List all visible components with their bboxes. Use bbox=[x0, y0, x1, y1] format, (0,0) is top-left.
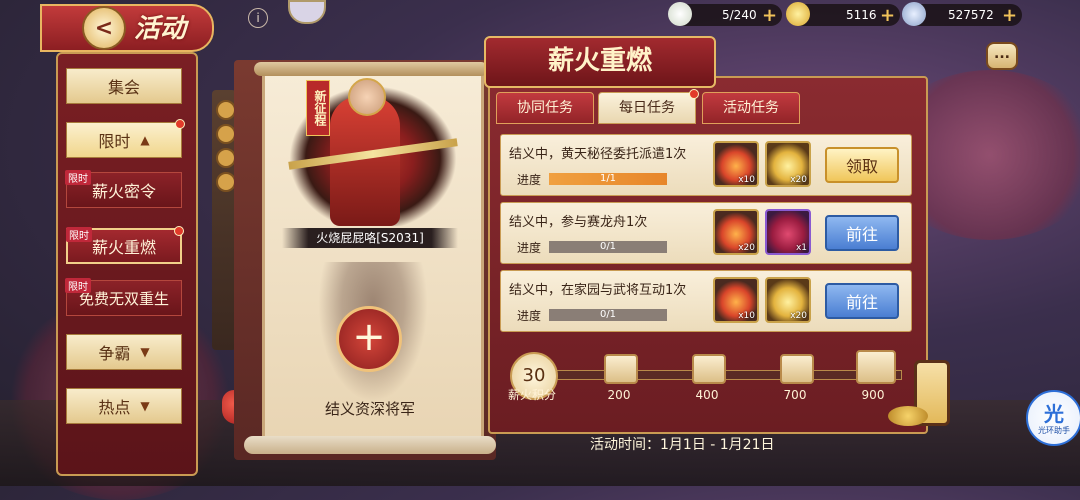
tab-cooperative-tasks[interactable]: 协同任务 bbox=[496, 92, 594, 124]
reward-gift-box-icon[interactable]: x1 bbox=[765, 209, 811, 255]
sidebar-item-gathering[interactable]: 集会 bbox=[66, 68, 182, 104]
reward-gold-ingot-icon[interactable]: x20 bbox=[765, 277, 811, 323]
sidebar-item-hot[interactable]: 热点 ▼ bbox=[66, 388, 182, 424]
hero-name: 火烧屁屁咯[S2031] bbox=[282, 228, 458, 248]
stamina-bun-icon bbox=[668, 2, 692, 26]
silver-coin-icon bbox=[902, 2, 926, 26]
assistant-label: 光环助手 bbox=[1038, 426, 1070, 435]
task-description: 结义中，参与赛龙舟1次 bbox=[509, 215, 648, 230]
reward-fire-icon[interactable]: x10 bbox=[713, 277, 759, 323]
milestone-big-chest-icon[interactable] bbox=[856, 350, 896, 384]
progress-text: 1/1 bbox=[599, 173, 617, 184]
event-date-range: 活动时间：1月1日 - 1月21日 bbox=[590, 437, 775, 453]
limited-tag: 限时 bbox=[65, 170, 91, 185]
info-icon[interactable]: i bbox=[248, 8, 268, 28]
add-stamina-button[interactable]: + bbox=[762, 5, 777, 26]
event-title: 薪火重燃 bbox=[484, 36, 716, 88]
points-label: 薪火积分 bbox=[507, 388, 556, 402]
hero-head bbox=[348, 78, 386, 116]
task-description: 结义中，在家园与武将互动1次 bbox=[509, 283, 687, 298]
resource-value: 5116 bbox=[846, 8, 877, 22]
notification-dot bbox=[689, 89, 699, 99]
progress-label: 进度 bbox=[517, 173, 542, 187]
go-button[interactable]: 前往 bbox=[825, 215, 899, 251]
scroll-bottom-roll bbox=[244, 436, 496, 454]
coins-pile-icon bbox=[888, 406, 928, 426]
page-title: 活动 bbox=[134, 14, 187, 44]
sidebar-item-limited[interactable]: 限时 ▲ bbox=[66, 119, 185, 158]
back-button[interactable]: < bbox=[82, 6, 126, 50]
progress-bar: 1/1 bbox=[549, 173, 667, 185]
task-row: 结义中，在家园与武将互动1次 进度 0/1 x10 x20 前往 bbox=[500, 270, 912, 332]
assistant-float-button[interactable]: 光 光环助手 bbox=[1026, 390, 1080, 446]
milestone-value: 400 bbox=[695, 388, 719, 402]
scroll-top-roll bbox=[254, 62, 488, 76]
milestone-chest-icon[interactable] bbox=[692, 354, 726, 384]
reward-fire-icon[interactable]: x10 bbox=[713, 141, 759, 187]
sidebar-item-xinhuo-chongran[interactable]: 限时 薪火重燃 bbox=[66, 226, 184, 264]
reward-fire-icon[interactable]: x20 bbox=[713, 209, 759, 255]
milestone-chest-icon[interactable] bbox=[604, 354, 638, 384]
progress-label: 进度 bbox=[517, 309, 542, 323]
progress-text: 0/1 bbox=[599, 309, 617, 320]
coin-icon bbox=[216, 148, 236, 168]
header-banner bbox=[40, 4, 214, 52]
resource-value: 5/240 bbox=[722, 8, 757, 22]
progress-label: 进度 bbox=[517, 241, 542, 255]
chat-icon[interactable]: ... bbox=[986, 42, 1018, 70]
coin-icon bbox=[216, 100, 236, 120]
progress-text: 0/1 bbox=[599, 241, 617, 252]
tab-event-tasks[interactable]: 活动任务 bbox=[702, 92, 800, 124]
milestone-chest-icon[interactable] bbox=[780, 354, 814, 384]
limited-tag: 限时 bbox=[66, 227, 92, 242]
tab-daily-tasks[interactable]: 每日任务 bbox=[598, 89, 699, 124]
coin-icon bbox=[216, 172, 236, 192]
task-row: 结义中，参与赛龙舟1次 进度 0/1 x20 x1 前往 bbox=[500, 202, 912, 264]
chevron-down-icon: ▼ bbox=[140, 399, 150, 413]
chevron-up-icon: ▲ bbox=[140, 133, 150, 147]
task-row: 结义中，黄天秘径委托派遣1次 进度 1/1 x10 x20 领取 bbox=[500, 134, 912, 196]
gold-ingot-icon bbox=[786, 2, 810, 26]
assistant-logo-icon: 光 bbox=[1044, 402, 1064, 426]
sidebar-item-free-rebirth[interactable]: 限时 免费无双重生 bbox=[65, 278, 182, 316]
resource-value: 527572 bbox=[948, 8, 994, 22]
notification-dot bbox=[175, 119, 185, 129]
chevron-down-icon: ▼ bbox=[140, 345, 150, 359]
milestone-value: 700 bbox=[783, 388, 807, 402]
add-silver-button[interactable]: + bbox=[1002, 5, 1017, 26]
limited-tag: 限时 bbox=[65, 278, 91, 293]
progress-bar: 0/1 bbox=[549, 309, 667, 321]
resource-stamina: 5/240 + bbox=[668, 2, 782, 26]
avatar[interactable] bbox=[288, 0, 326, 24]
milestone-value: 200 bbox=[607, 388, 631, 402]
reward-gold-ingot-icon[interactable]: x20 bbox=[765, 141, 811, 187]
notification-dot bbox=[174, 226, 184, 236]
sidebar-item-xinhuo-miling[interactable]: 限时 薪火密令 bbox=[65, 170, 182, 208]
progress-bar: 0/1 bbox=[549, 241, 667, 253]
sidebar: 集会 限时 ▲ 限时 薪火密令 限时 薪火重燃 限时 免费无双重生 争霸 ▼ 热点 ▼ bbox=[56, 52, 198, 476]
resource-silver: 527572 + bbox=[902, 2, 1022, 26]
go-button[interactable]: 前往 bbox=[825, 283, 899, 319]
new-journey-tag: 新征程 bbox=[306, 80, 330, 136]
add-sworn-general-button[interactable]: + bbox=[336, 306, 402, 372]
resource-gold: 5116 + bbox=[786, 2, 900, 26]
points-track: 30 薪火积分 200 400 700 900 bbox=[500, 340, 910, 420]
milestone-value: 900 bbox=[861, 388, 885, 402]
sidebar-item-contest[interactable]: 争霸 ▼ bbox=[66, 334, 182, 370]
add-gold-button[interactable]: + bbox=[880, 5, 895, 26]
decorative-coin-strip bbox=[212, 90, 236, 350]
claim-button[interactable]: 领取 bbox=[825, 147, 899, 183]
task-description: 结义中，黄天秘径委托派遣1次 bbox=[509, 147, 687, 162]
back-arrow-icon: < bbox=[94, 15, 114, 41]
empty-slot-label: 结义资深将军 bbox=[324, 400, 415, 418]
coin-icon bbox=[216, 124, 236, 144]
